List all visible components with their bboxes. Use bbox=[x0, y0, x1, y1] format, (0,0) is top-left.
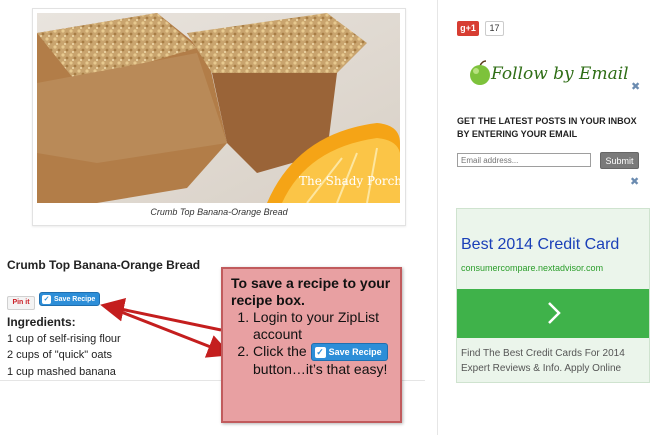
ad-description: Find The Best Credit Cards For 2014 Expe… bbox=[461, 346, 625, 376]
ad-desc-line-2: Expert Reviews & Info. Apply Online bbox=[461, 363, 622, 374]
save-recipe-button-example: ✓ Save Recipe bbox=[310, 343, 388, 362]
callout-steps: Login to your ZipList account Click the … bbox=[231, 309, 392, 378]
arrow-to-callout bbox=[105, 304, 232, 358]
arrow-to-save-button bbox=[100, 297, 222, 332]
sidebar-divider bbox=[437, 0, 438, 435]
callout-heading: To save a recipe to your recipe box. bbox=[231, 275, 391, 308]
ziplist-icon: ✓ bbox=[314, 346, 326, 358]
step2-text-after: button…it’s that easy! bbox=[253, 361, 388, 378]
callout-step-1: Login to your ZipList account bbox=[253, 309, 392, 343]
google-plus-button[interactable]: g+1 bbox=[457, 21, 479, 36]
wrench-icon[interactable]: ✖ bbox=[630, 175, 639, 188]
step2-text-before: Click the bbox=[253, 343, 307, 359]
save-recipe-label: Save Recipe bbox=[328, 346, 382, 357]
apple-icon bbox=[470, 60, 490, 85]
callout-step-2: Click the ✓ Save Recipe button…it’s that… bbox=[253, 343, 392, 378]
credit-card-ad[interactable]: Best 2014 Credit Card consumercompare.ne… bbox=[456, 208, 650, 383]
submit-button[interactable]: Submit bbox=[600, 152, 639, 169]
instruction-callout: To save a recipe to your recipe box. Log… bbox=[221, 267, 402, 423]
chevron-right-icon bbox=[548, 302, 561, 324]
ad-url[interactable]: consumercompare.nextadvisor.com bbox=[461, 263, 603, 273]
follow-description: GET THE LATEST POSTS IN YOUR INBOX BY EN… bbox=[457, 116, 637, 139]
ad-title[interactable]: Best 2014 Credit Card bbox=[461, 236, 619, 254]
ad-desc-line-1: Find The Best Credit Cards For 2014 bbox=[461, 348, 625, 359]
google-plus-count: 17 bbox=[485, 21, 504, 36]
follow-by-email-title: Follow by Email bbox=[491, 64, 629, 84]
email-input[interactable] bbox=[457, 153, 591, 167]
wrench-icon[interactable]: ✖ bbox=[631, 80, 640, 93]
